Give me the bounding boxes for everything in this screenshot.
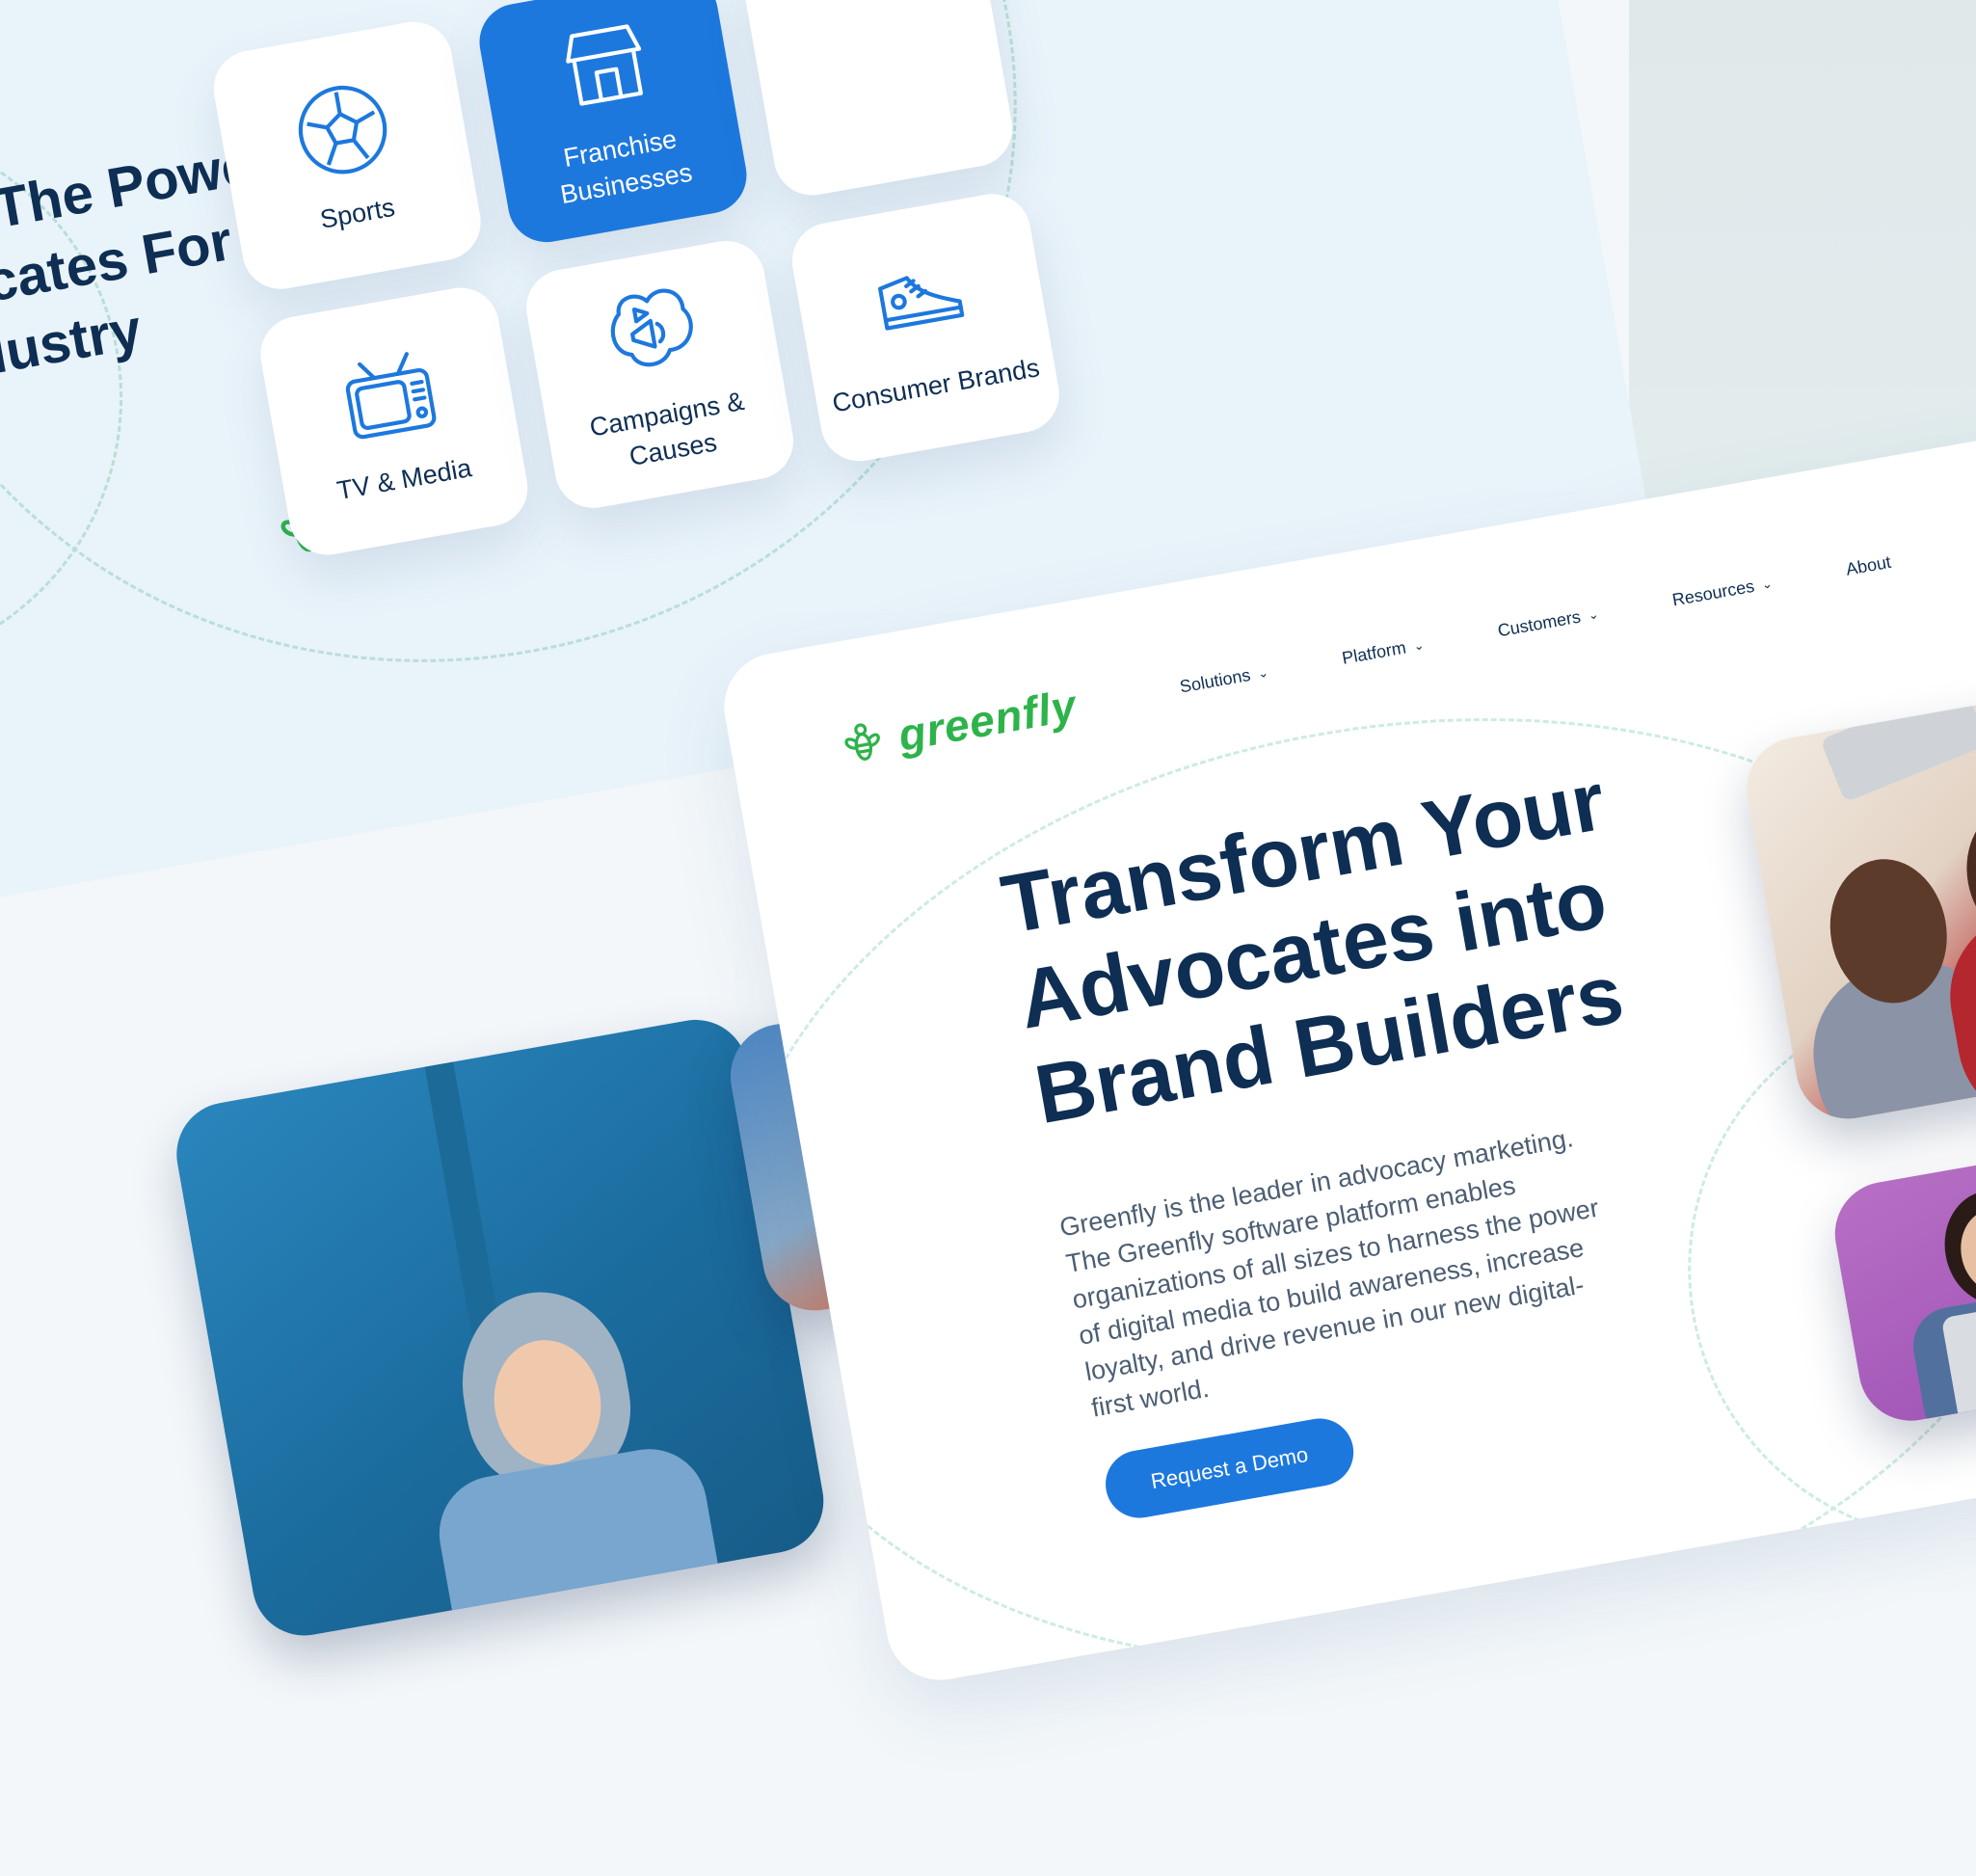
- tv-icon: [345, 351, 437, 439]
- mockup-stage: Harness The Power Of Advocates For Your …: [0, 0, 1976, 1689]
- soccer-ball-icon: [298, 85, 387, 174]
- industry-card-sports[interactable]: Sports: [207, 15, 488, 296]
- megaphone-icon: [610, 288, 693, 367]
- industry-card-label: Campaigns & Causes: [587, 386, 747, 471]
- nav-item-resources[interactable]: Resources ⌄: [1670, 573, 1774, 610]
- nav-item-label: Customers: [1496, 606, 1583, 641]
- nav-item-about[interactable]: About: [1845, 552, 1893, 580]
- industry-card-label: TV & Media: [334, 452, 474, 505]
- chevron-down-icon: ⌄: [1412, 636, 1426, 654]
- photo-detail: [430, 1439, 730, 1645]
- chevron-down-icon: ⌄: [1587, 605, 1600, 623]
- storefront-icon: [566, 24, 643, 106]
- industry-card-tv-media[interactable]: TV & Media: [254, 281, 534, 561]
- photo-woman-in-hood: [168, 1011, 832, 1645]
- nav-item-label: Resources: [1670, 576, 1756, 610]
- nav-item-solutions[interactable]: Solutions ⌄: [1178, 662, 1269, 698]
- industry-card-label: Franchise Businesses: [558, 123, 695, 210]
- main-nav: Solutions ⌄ Platform ⌄ Customers ⌄ Resou…: [1178, 539, 1966, 697]
- nav-item-label: Solutions: [1178, 664, 1252, 697]
- industry-card-campaigns-causes[interactable]: Campaigns & Causes: [520, 234, 800, 515]
- sneaker-icon: [877, 275, 965, 331]
- industry-card-label: Sports: [317, 192, 397, 234]
- nav-item-label: About: [1844, 551, 1893, 579]
- photo-detail: [1956, 797, 1976, 950]
- nav-item-label: Platform: [1340, 637, 1408, 668]
- chevron-down-icon: ⌄: [1760, 575, 1774, 592]
- industry-card-label: Consumer Brands: [830, 352, 1042, 418]
- greenfly-bee-icon: [844, 723, 880, 761]
- industry-card-franchise-businesses[interactable]: Franchise Businesses: [473, 0, 753, 249]
- industry-card-consumer-brands[interactable]: Consumer Brands: [786, 187, 1066, 468]
- greenfly-logo[interactable]: greenfly: [834, 679, 1081, 772]
- photo-detail: [1820, 686, 1976, 803]
- nav-item-customers[interactable]: Customers ⌄: [1496, 603, 1600, 641]
- chevron-down-icon: ⌄: [1256, 664, 1269, 681]
- nav-item-platform[interactable]: Platform ⌄: [1341, 634, 1426, 669]
- logo-wordmark: greenfly: [894, 679, 1081, 761]
